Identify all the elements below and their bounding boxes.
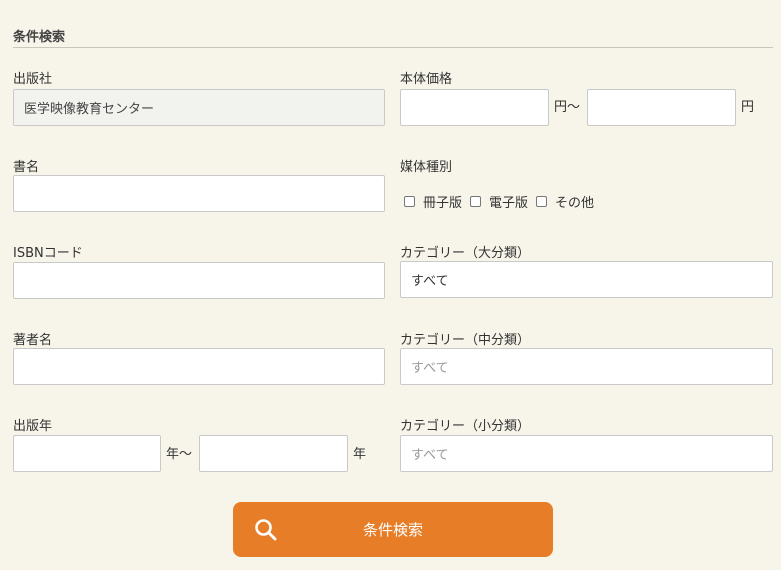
search-button-label: 条件検索 <box>362 521 423 539</box>
author-label: 著者名 <box>13 333 53 348</box>
category-large-select[interactable]: すべて <box>400 261 773 298</box>
search-icon <box>253 517 279 543</box>
price-label: 本体価格 <box>400 72 453 87</box>
category-large-label: カテゴリー（大分類） <box>400 246 531 261</box>
price-from-unit: 円〜 <box>554 100 581 115</box>
price-to-unit: 円 <box>741 100 755 115</box>
title-label: 書名 <box>13 160 40 175</box>
search-button[interactable]: 条件検索 <box>233 502 553 557</box>
media-options: 冊子版 電子版 その他 <box>404 192 602 211</box>
checkbox[interactable] <box>536 196 548 207</box>
media-option-label: 冊子版 <box>423 196 463 211</box>
media-option-print[interactable]: 冊子版 <box>404 192 462 211</box>
media-option-label: 電子版 <box>489 196 529 211</box>
media-option-label: その他 <box>555 196 595 211</box>
year-to-input[interactable] <box>199 435 348 472</box>
year-to-unit: 年 <box>353 447 367 462</box>
author-input[interactable] <box>13 348 385 385</box>
section-divider <box>13 47 773 48</box>
media-label: 媒体種別 <box>400 160 453 175</box>
media-option-electronic[interactable]: 電子版 <box>470 192 528 211</box>
section-title: 条件検索 <box>13 30 66 45</box>
title-input[interactable] <box>13 175 385 212</box>
isbn-input[interactable] <box>13 262 385 299</box>
year-label: 出版年 <box>13 419 53 434</box>
price-min-input[interactable] <box>400 89 549 126</box>
publisher-label: 出版社 <box>13 72 53 87</box>
search-form: 条件検索 出版社 医学映像教育センター 本体価格 円〜 円 書名 媒体種別 冊子… <box>0 0 781 570</box>
year-from-input[interactable] <box>13 435 161 472</box>
publisher-field[interactable]: 医学映像教育センター <box>13 89 385 126</box>
checkbox[interactable] <box>404 196 415 207</box>
price-max-input[interactable] <box>587 89 736 126</box>
isbn-label: ISBNコード <box>13 246 83 261</box>
checkbox[interactable] <box>470 196 482 207</box>
media-option-other[interactable]: その他 <box>536 192 594 211</box>
category-medium-label: カテゴリー（中分類） <box>400 333 531 348</box>
category-medium-select[interactable]: すべて <box>400 348 773 385</box>
year-from-unit: 年〜 <box>166 447 193 462</box>
category-small-label: カテゴリー（小分類） <box>400 419 531 434</box>
category-small-select[interactable]: すべて <box>400 435 773 472</box>
